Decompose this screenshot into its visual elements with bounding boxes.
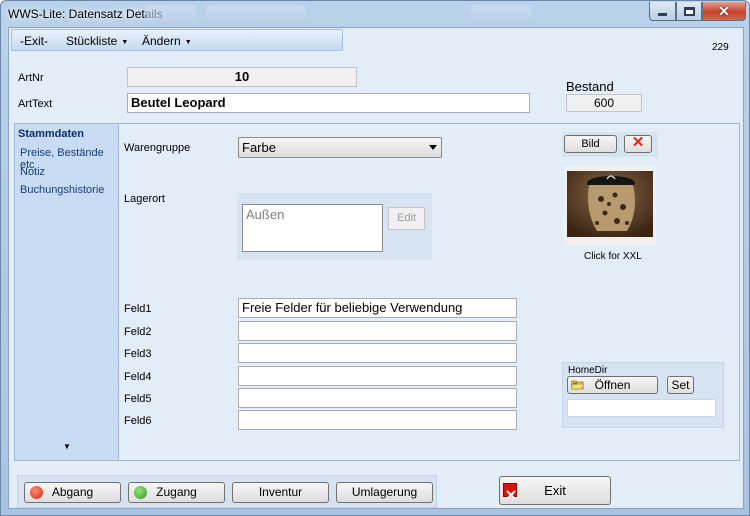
set-homedir-button[interactable]: Set bbox=[667, 376, 694, 394]
tab-list: Stammdaten Preise, Bestände etc Notiz Bu… bbox=[14, 123, 119, 461]
homedir-label: HomeDir bbox=[568, 365, 608, 376]
tab-notiz[interactable]: Notiz bbox=[20, 166, 45, 178]
feld6-input[interactable] bbox=[238, 410, 517, 430]
feld2-input[interactable] bbox=[238, 321, 517, 341]
feld1-input[interactable]: Freie Felder für beliebige Verwendung bbox=[238, 298, 517, 318]
menu-stueckliste[interactable]: Stückliste ▼ bbox=[66, 34, 128, 48]
menu-stueckliste-label: Stückliste bbox=[66, 34, 118, 48]
exit-button[interactable]: Exit bbox=[499, 476, 611, 505]
titlebar-reflection bbox=[146, 5, 196, 25]
homedir-group: HomeDir Öffnen Set bbox=[562, 362, 724, 428]
product-image[interactable] bbox=[567, 171, 653, 237]
feld4-label: Feld4 bbox=[124, 371, 152, 383]
lagerort-edit-button[interactable]: Edit bbox=[388, 207, 425, 230]
bestand-field: 600 bbox=[566, 94, 642, 112]
zugang-button[interactable]: Zugang bbox=[128, 482, 225, 503]
zugang-label: Zugang bbox=[156, 485, 197, 499]
arttext-field[interactable]: Beutel Leopard bbox=[127, 93, 530, 113]
menu-aendern-label: Ändern bbox=[142, 34, 181, 48]
abgang-button[interactable]: Abgang bbox=[24, 482, 121, 503]
open-homedir-button[interactable]: Öffnen bbox=[567, 376, 658, 394]
menu-bar: -Exit- Stückliste ▼ Ändern ▼ bbox=[11, 29, 343, 51]
title-bar[interactable]: WWS-Lite: Datensatz Details ✕ bbox=[1, 1, 749, 27]
tab-buchungshistorie[interactable]: Buchungshistorie bbox=[20, 184, 104, 196]
chevron-down-icon bbox=[429, 145, 437, 150]
feld1-label: Feld1 bbox=[124, 303, 152, 315]
folder-open-icon bbox=[571, 380, 584, 390]
action-bar: Abgang Zugang Inventur Umlagerung bbox=[17, 475, 437, 508]
minus-circle-icon bbox=[30, 486, 43, 499]
warengruppe-value: Farbe bbox=[242, 140, 276, 155]
lagerort-label: Lagerort bbox=[124, 193, 165, 205]
homedir-input[interactable] bbox=[567, 399, 716, 417]
arttext-label: ArtText bbox=[18, 98, 53, 110]
artnr-label: ArtNr bbox=[18, 72, 44, 84]
image-toolbar: Bild ✕ bbox=[562, 132, 658, 157]
close-icon: ✕ bbox=[718, 2, 730, 19]
tab-scroll-down-icon[interactable]: ▼ bbox=[63, 442, 71, 451]
feld3-input[interactable] bbox=[238, 343, 517, 363]
lagerort-field[interactable]: Außen bbox=[242, 204, 383, 252]
menu-exit[interactable]: -Exit- bbox=[20, 34, 48, 48]
warengruppe-select[interactable]: Farbe bbox=[238, 137, 442, 158]
leopard-bag-image bbox=[567, 171, 653, 237]
bestand-label: Bestand bbox=[566, 79, 614, 94]
client-area: -Exit- Stückliste ▼ Ändern ▼ 229 ArtNr 10 … bbox=[8, 27, 744, 509]
minimize-button[interactable] bbox=[649, 2, 676, 21]
exit-label: Exit bbox=[544, 483, 566, 498]
image-caption[interactable]: Click for XXL bbox=[584, 251, 642, 262]
record-number: 229 bbox=[712, 42, 729, 53]
abgang-label: Abgang bbox=[51, 485, 94, 499]
open-homedir-label: Öffnen bbox=[594, 378, 631, 392]
feld4-input[interactable] bbox=[238, 366, 517, 386]
chevron-down-icon: ▼ bbox=[184, 39, 192, 46]
feld2-label: Feld2 bbox=[124, 326, 152, 338]
app-window: WWS-Lite: Datensatz Details ✕ -Exit- Stü… bbox=[0, 0, 750, 516]
inventur-button[interactable]: Inventur bbox=[232, 482, 329, 503]
artnr-field: 10 bbox=[127, 67, 357, 87]
bild-button[interactable]: Bild bbox=[564, 135, 617, 153]
lagerort-group: Außen Edit bbox=[237, 193, 432, 260]
feld5-label: Feld5 bbox=[124, 393, 152, 405]
warengruppe-label: Warengruppe bbox=[124, 142, 191, 154]
feld3-label: Feld3 bbox=[124, 348, 152, 360]
close-button[interactable]: ✕ bbox=[702, 2, 746, 21]
delete-image-button[interactable]: ✕ bbox=[624, 135, 652, 153]
chevron-down-icon: ▼ bbox=[121, 39, 129, 46]
feld6-label: Feld6 bbox=[124, 415, 152, 427]
minimize-icon bbox=[658, 13, 667, 16]
close-icon: ✕ bbox=[631, 134, 645, 151]
maximize-icon bbox=[683, 6, 695, 16]
titlebar-reflection bbox=[471, 5, 531, 25]
exit-icon bbox=[503, 483, 517, 500]
maximize-button[interactable] bbox=[676, 2, 702, 21]
tab-stammdaten[interactable]: Stammdaten bbox=[18, 128, 84, 140]
umlagerung-button[interactable]: Umlagerung bbox=[336, 482, 433, 503]
menu-aendern[interactable]: Ändern ▼ bbox=[142, 34, 192, 48]
titlebar-reflection bbox=[206, 5, 306, 25]
plus-circle-icon bbox=[134, 486, 147, 499]
product-image-frame[interactable] bbox=[564, 166, 656, 246]
window-title: WWS-Lite: Datensatz Details bbox=[8, 7, 163, 21]
feld5-input[interactable] bbox=[238, 388, 517, 408]
